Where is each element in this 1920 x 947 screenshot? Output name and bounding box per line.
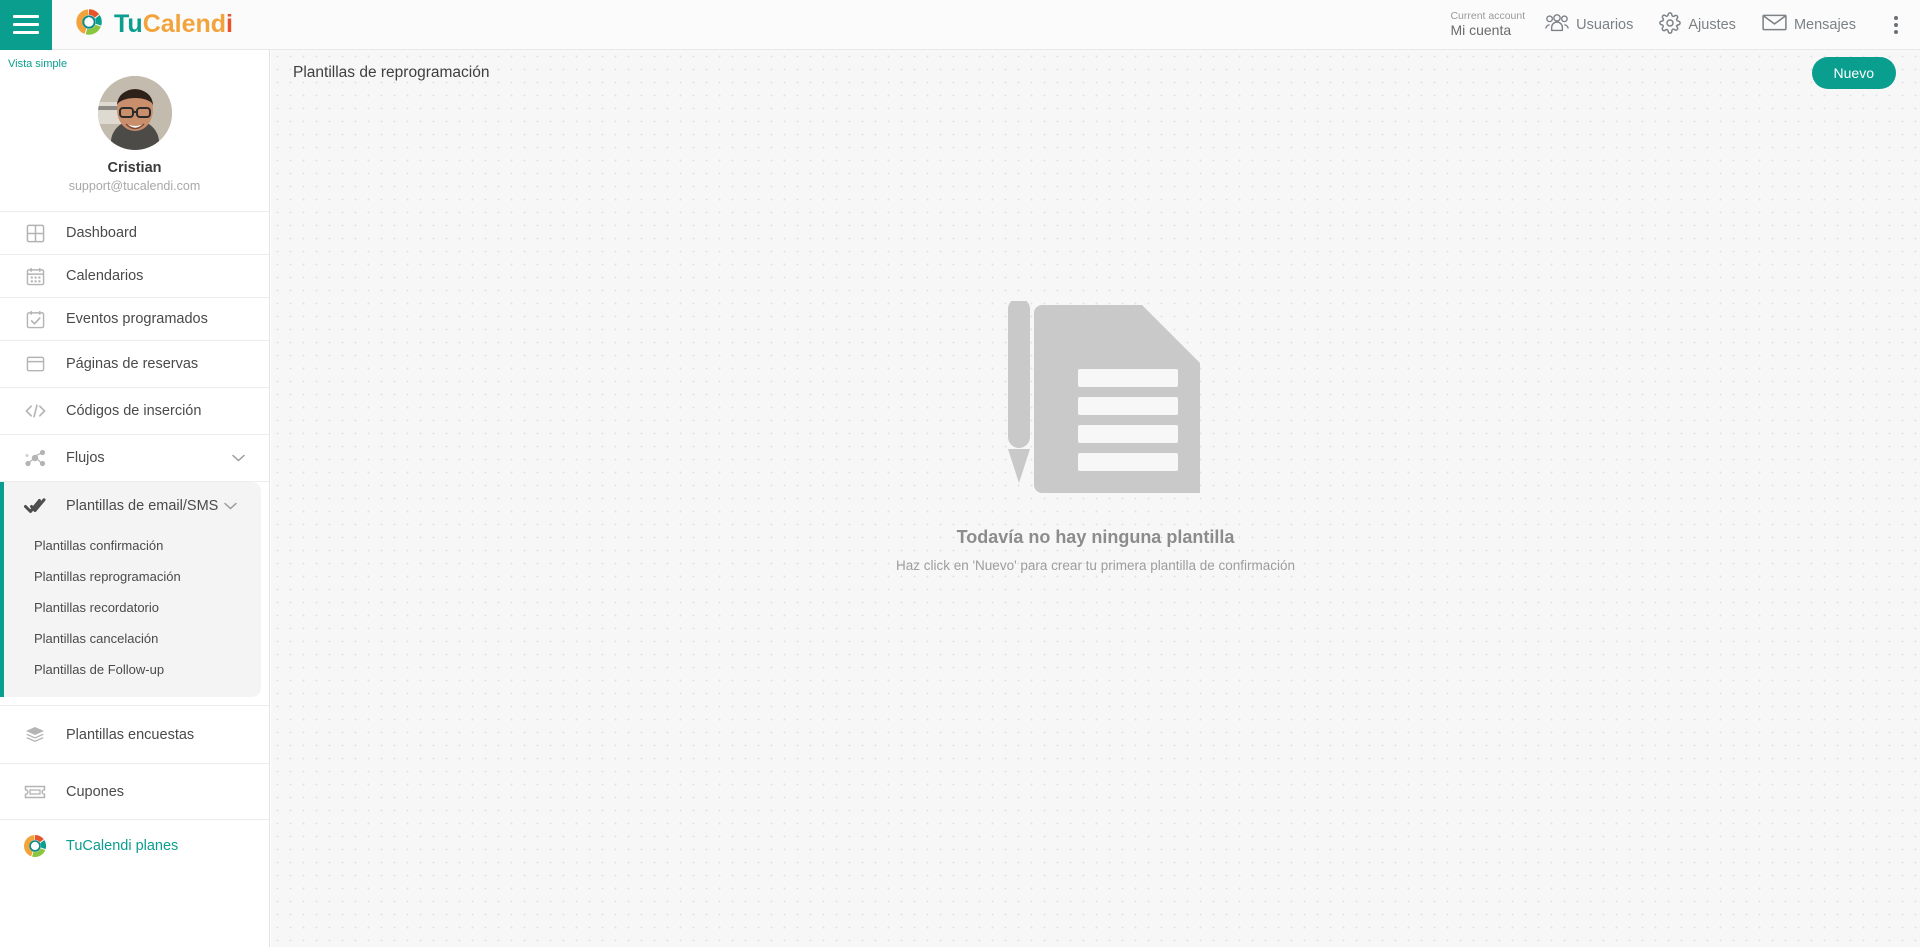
sidebar-item-codigos-de-insercion-label: Códigos de inserción — [66, 403, 202, 419]
nav-usuarios-label: Usuarios — [1576, 16, 1634, 33]
sidebar-item-plantillas-encuestas[interactable]: Plantillas encuestas — [0, 705, 269, 763]
empty-state: Todavía no hay ninguna plantilla Haz cli… — [271, 96, 1920, 573]
dashboard-grid-icon — [22, 224, 48, 243]
main-content: Plantillas de reprogramación Nuevo Todav… — [271, 50, 1920, 947]
chevron-down-icon[interactable] — [232, 454, 245, 462]
profile-name: Cristian — [107, 160, 162, 176]
sidebar-item-cupones[interactable]: Cupones — [0, 763, 269, 819]
hamburger-bar — [13, 15, 39, 18]
empty-state-title: Todavía no hay ninguna plantilla — [956, 527, 1235, 547]
current-account-value: Mi cuenta — [1450, 22, 1512, 39]
kebab-menu-icon[interactable] — [1886, 10, 1906, 40]
sidebar-item-dashboard-label: Dashboard — [66, 225, 137, 241]
sidebar-item-calendarios[interactable]: Calendarios — [0, 254, 269, 297]
sidebar-profile: Cristian support@tucalendi.com — [0, 70, 269, 211]
brand-part-1: Tu — [114, 10, 143, 38]
chevron-down-icon[interactable] — [224, 502, 237, 510]
sidebar-item-paginas-de-reservas[interactable]: Páginas de reservas — [0, 340, 269, 387]
brand-part-3: i — [226, 10, 233, 38]
brand-title: TuCalendi — [114, 10, 233, 39]
sidebar-nav-list: Dashboard Calendarios Eventos programado… — [0, 211, 269, 871]
vista-simple-link[interactable]: Vista simple — [0, 50, 269, 70]
sidebar-item-flujos[interactable]: Flujos — [0, 434, 269, 481]
window-icon — [22, 355, 48, 373]
sidebar-item-tucalendi-planes-label: TuCalendi planes — [66, 837, 179, 854]
sidebar-item-plantillas-de-email-sms[interactable]: Plantillas de email/SMS — [4, 482, 261, 530]
layers-icon — [22, 726, 48, 744]
brand-part-2: Calend — [142, 10, 227, 38]
sidebar-item-tucalendi-planes[interactable]: TuCalendi planes — [0, 819, 269, 871]
sidebar-subitem-plantillas-recordatorio[interactable]: Plantillas recordatorio — [4, 592, 261, 623]
nav-ajustes-label: Ajustes — [1688, 16, 1736, 33]
current-account-caption: Current account — [1450, 10, 1526, 23]
double-check-icon — [22, 497, 48, 515]
main-header: Plantillas de reprogramación Nuevo — [271, 50, 1920, 96]
current-account-selector[interactable]: Current account Mi cuenta — [1450, 10, 1525, 38]
sidebar-item-eventos-programados-label: Eventos programados — [66, 311, 208, 327]
sidebar-submenu: Plantillas confirmación Plantillas repro… — [4, 530, 261, 697]
sidebar-item-plantillas-de-email-sms-label: Plantillas de email/SMS — [66, 498, 219, 514]
tucalendi-logo-icon — [22, 833, 48, 859]
document-pencil-icon — [990, 298, 1202, 497]
sidebar-item-dashboard[interactable]: Dashboard — [0, 211, 269, 254]
tucalendi-logo-icon — [74, 7, 104, 42]
nav-usuarios[interactable]: Usuarios — [1545, 13, 1633, 37]
nav-ajustes[interactable]: Ajustes — [1659, 11, 1736, 38]
kebab-dot — [1894, 15, 1898, 20]
empty-state-subtitle: Haz click en 'Nuevo' para crear tu prime… — [895, 558, 1296, 573]
sidebar-group-plantillas-email-sms: Plantillas de email/SMS Plantillas confi… — [0, 482, 261, 697]
envelope-icon — [1762, 13, 1787, 36]
nav-mensajes-label: Mensajes — [1793, 16, 1856, 33]
sidebar-item-calendarios-label: Calendarios — [66, 268, 144, 284]
sidebar-item-flujos-label: Flujos — [66, 450, 105, 466]
ticket-icon — [22, 785, 48, 799]
sidebar-item-cupones-label: Cupones — [66, 783, 125, 800]
top-navigation-bar: TuCalendi Current account Mi cuenta Usua… — [0, 0, 1920, 50]
profile-email: support@tucalendi.com — [68, 179, 201, 193]
hamburger-bar — [13, 23, 39, 26]
topbar-right-group: Current account Mi cuenta Usuarios Ajust… — [1450, 0, 1920, 50]
users-icon — [1545, 13, 1569, 37]
sidebar-subitem-plantillas-reprogramacion[interactable]: Plantillas reprogramación — [4, 561, 261, 592]
brand-logo-link[interactable]: TuCalendi — [74, 7, 233, 42]
code-brackets-icon — [22, 403, 48, 419]
flow-nodes-icon — [22, 449, 48, 467]
sidebar-subitem-plantillas-de-follow-up[interactable]: Plantillas de Follow-up — [4, 654, 261, 685]
new-template-button[interactable]: Nuevo — [1811, 57, 1896, 89]
kebab-dot — [1894, 29, 1898, 34]
sidebar-subitem-plantillas-confirmacion[interactable]: Plantillas confirmación — [4, 530, 261, 561]
sidebar-item-plantillas-encuestas-label: Plantillas encuestas — [66, 726, 195, 743]
avatar[interactable] — [97, 76, 172, 150]
nav-mensajes[interactable]: Mensajes — [1762, 13, 1856, 36]
calendar-icon — [22, 267, 48, 286]
hamburger-menu-icon[interactable] — [0, 0, 52, 50]
page-title: Plantillas de reprogramación — [293, 64, 490, 81]
sidebar-item-paginas-de-reservas-label: Páginas de reservas — [66, 356, 199, 372]
sidebar-item-eventos-programados[interactable]: Eventos programados — [0, 297, 269, 340]
gear-icon — [1659, 11, 1682, 38]
sidebar-item-codigos-de-insercion[interactable]: Códigos de inserción — [0, 387, 269, 434]
sidebar: Vista simple Cristian support@tucalendi.… — [0, 50, 270, 947]
calendar-check-icon — [22, 310, 48, 329]
kebab-dot — [1894, 22, 1898, 27]
hamburger-bar — [13, 31, 39, 34]
sidebar-subitem-plantillas-cancelacion[interactable]: Plantillas cancelación — [4, 623, 261, 654]
